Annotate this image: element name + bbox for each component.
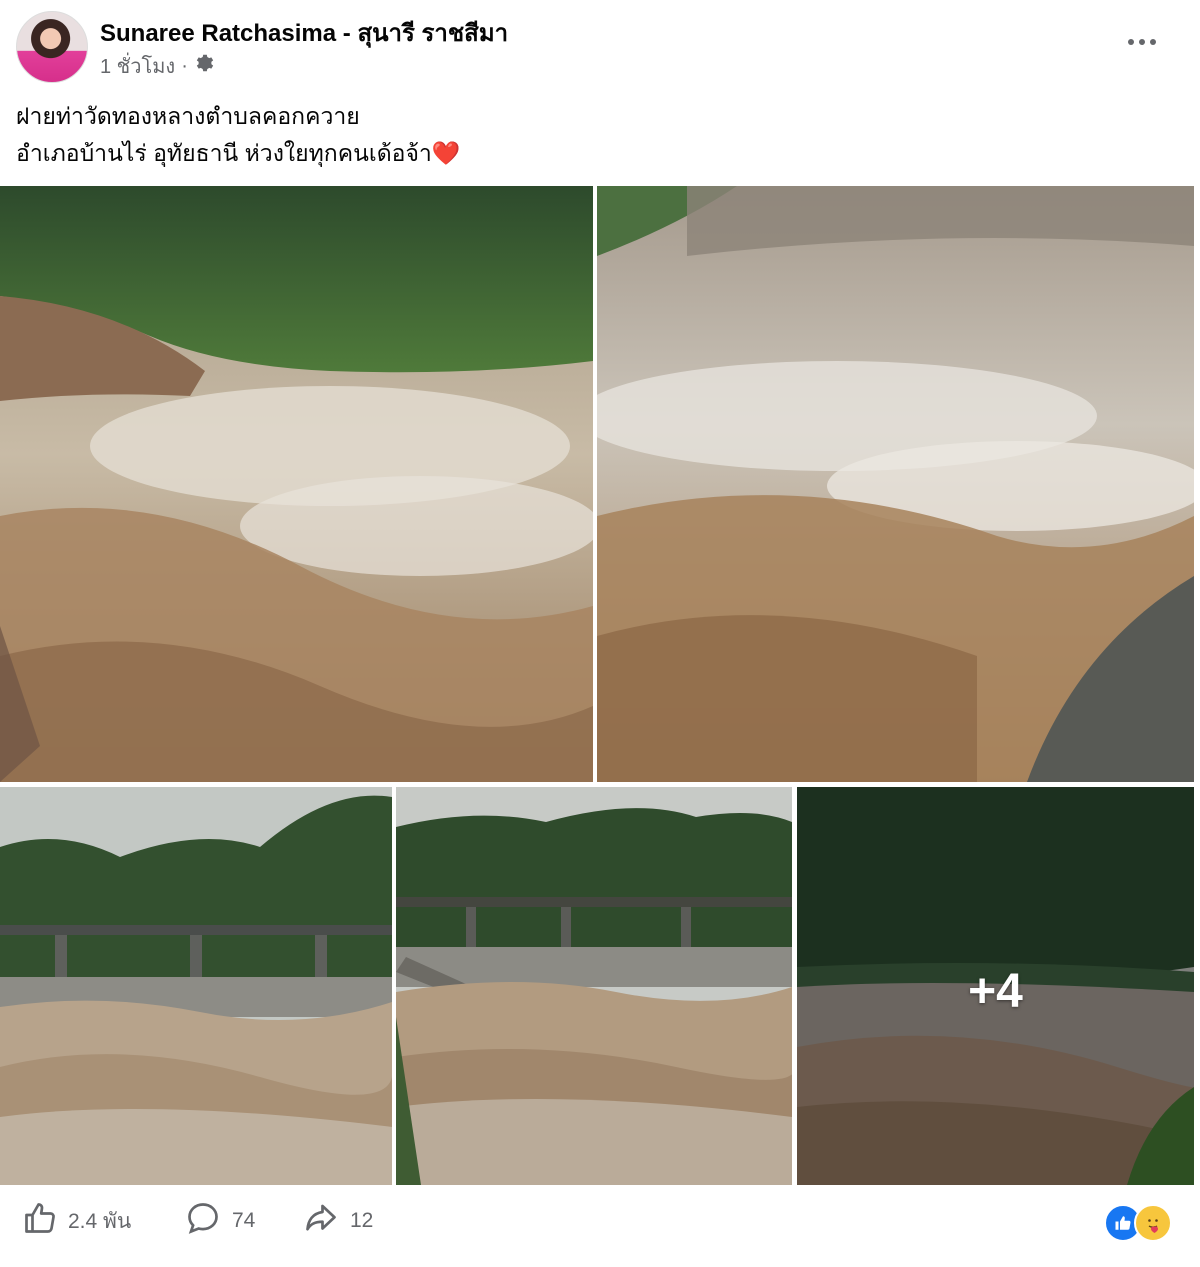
more-photos-count[interactable]: +4 [797,787,1194,1185]
thumbs-up-icon [22,1200,58,1242]
photo-1[interactable] [0,186,593,782]
like-button[interactable]: 2.4 พัน [22,1200,131,1242]
like-count: 2.4 พัน [68,1209,132,1233]
post-header: Sunaree Ratchasima - สุนารี ราชสีมา 1 ชั… [0,0,1200,92]
heart-emoji: ❤️ [431,140,461,166]
photo-3[interactable] [0,787,392,1185]
author-name[interactable]: Sunaree Ratchasima - สุนารี ราชสีมา [100,13,508,52]
caption-line-2-text: อำเภอบ้านไร่ อุทัยธานี ห่วงใยทุกคนเด้อจ้… [16,140,432,166]
share-button[interactable]: 12 [302,1200,373,1242]
comment-button[interactable]: 74 [184,1200,255,1242]
more-options-icon[interactable] [1118,22,1166,62]
settings-gear-icon[interactable] [194,52,216,80]
post-meta: 1 ชั่วโมง · [100,50,216,82]
care-reaction-icon [1134,1204,1172,1242]
post-action-bar: 2.4 พัน 74 12 [0,1192,1200,1252]
caption-line-1: ฝายท่าวัดทองหลางตำบลคอกควาย [16,103,360,129]
photo-2[interactable] [597,186,1194,782]
share-arrow-icon [302,1200,340,1242]
comment-bubble-icon [184,1200,222,1242]
author-avatar[interactable] [16,11,88,83]
photo-4[interactable] [396,787,792,1185]
photo-5[interactable]: +4 [797,787,1194,1185]
share-count: 12 [350,1209,374,1232]
caption-line-2: อำเภอบ้านไร่ อุทัยธานี ห่วงใยทุกคนเด้อจ้… [16,135,460,172]
reaction-summary[interactable] [1104,1204,1176,1242]
comment-count: 74 [232,1209,256,1232]
meta-separator: · [181,54,188,77]
post-time[interactable]: 1 ชั่วโมง [100,50,175,82]
post-caption: ฝายท่าวัดทองหลางตำบลคอกควาย อำเภอบ้านไร่… [16,98,460,172]
